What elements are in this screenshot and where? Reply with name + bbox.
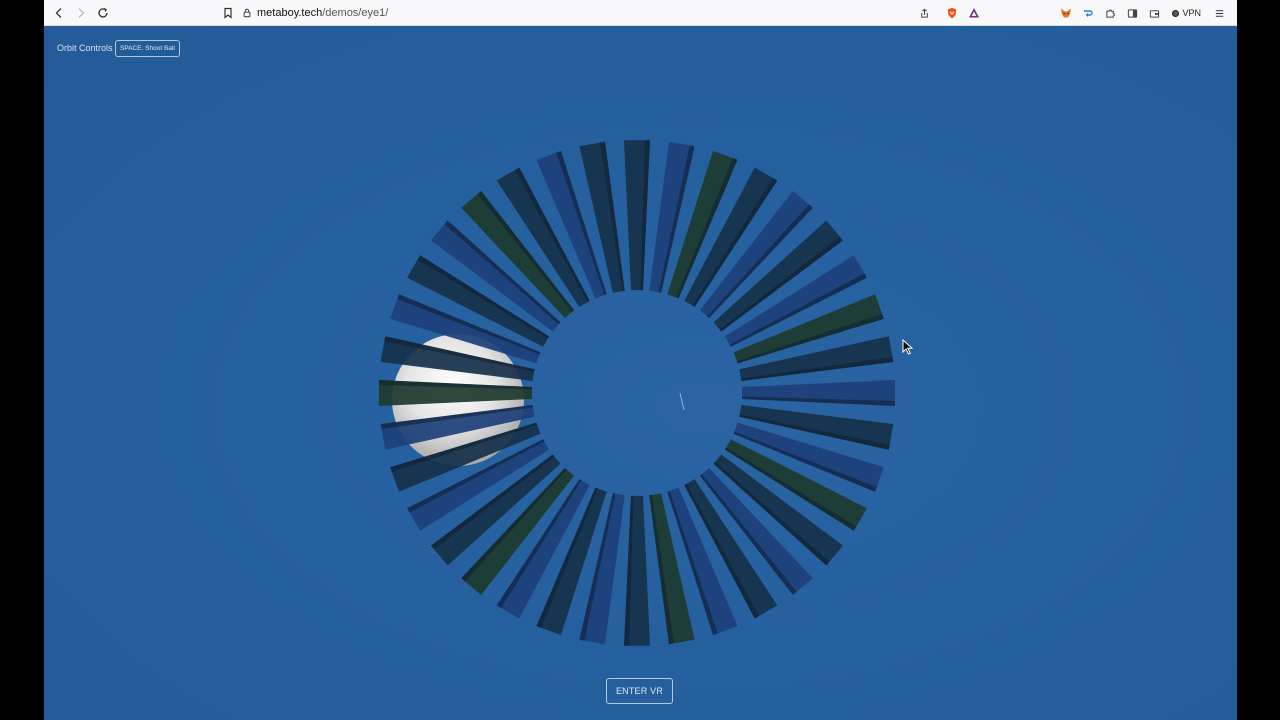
webgl-canvas[interactable]: Orbit Controls SPACE: Shoot Ball ENTER V…	[44, 26, 1237, 720]
shoot-ball-button[interactable]: SPACE: Shoot Ball	[115, 40, 180, 57]
brave-shields-icon	[948, 7, 957, 19]
menu-button[interactable]	[1209, 3, 1229, 23]
orbit-controls-label: Orbit Controls	[57, 43, 113, 53]
brave-rewards-button[interactable]	[964, 3, 984, 23]
share-button[interactable]	[914, 3, 934, 23]
brave-rewards-icon	[969, 8, 980, 18]
back-button[interactable]	[48, 2, 70, 24]
vpn-icon	[1172, 9, 1180, 17]
vpn-label: VPN	[1182, 8, 1201, 18]
bookmark-button[interactable]	[217, 2, 239, 24]
wallet-button[interactable]	[1144, 3, 1164, 23]
url-text[interactable]: metaboy.tech/demos/eye1/	[257, 7, 388, 19]
sidebar-icon	[1127, 8, 1138, 18]
address-bar[interactable]: metaboy.tech/demos/eye1/	[219, 3, 979, 23]
metamask-icon	[1061, 8, 1072, 18]
extension-icon	[1084, 10, 1094, 17]
vpn-button[interactable]: VPN	[1166, 8, 1207, 18]
forward-icon	[78, 7, 85, 18]
reload-icon	[98, 7, 108, 18]
menu-icon	[1215, 9, 1223, 17]
wallet-icon	[1149, 9, 1160, 18]
brave-shields-button[interactable]	[942, 3, 962, 23]
link-extension-button[interactable]	[1078, 3, 1098, 23]
mouse-cursor-icon	[902, 339, 914, 355]
metamask-button[interactable]	[1056, 3, 1076, 23]
site-info-icon[interactable]	[239, 8, 255, 18]
toolbar-right: VPN	[914, 2, 1229, 24]
center-reticle	[679, 392, 685, 411]
share-icon	[921, 8, 928, 18]
reload-button[interactable]	[92, 2, 114, 24]
url-host: metaboy.tech	[257, 7, 323, 19]
sidebar-button[interactable]	[1122, 3, 1142, 23]
browser-window: metaboy.tech/demos/eye1/ VPN Orbit Contr…	[44, 0, 1237, 720]
puzzle-icon	[1106, 9, 1115, 18]
forward-button[interactable]	[70, 2, 92, 24]
enter-vr-button[interactable]: ENTER VR	[606, 678, 673, 704]
eye-scene	[379, 140, 895, 646]
browser-toolbar: metaboy.tech/demos/eye1/ VPN	[44, 0, 1237, 26]
url-path: /demos/eye1/	[322, 7, 389, 19]
bookmark-icon	[224, 7, 232, 19]
extensions-button[interactable]	[1100, 3, 1120, 23]
back-icon	[55, 7, 62, 18]
radial-bars	[379, 140, 895, 646]
